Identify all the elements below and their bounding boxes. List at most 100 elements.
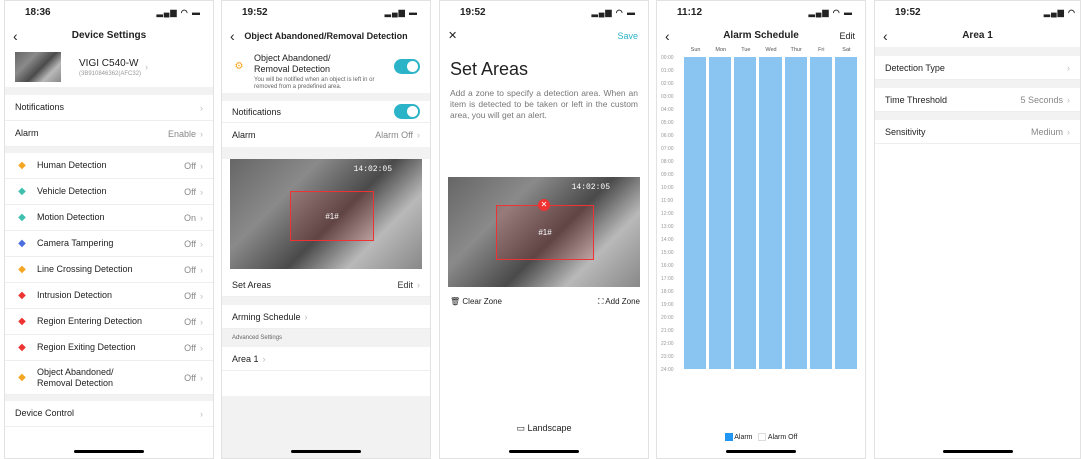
- row-value: Enable: [167, 128, 196, 139]
- hour-label: 20:00: [661, 315, 674, 321]
- settings-row[interactable]: ◆ Vehicle Detection Off ›: [5, 179, 213, 205]
- status-time: 19:52: [460, 7, 486, 18]
- schedule-day-column[interactable]: [684, 57, 707, 369]
- close-icon[interactable]: ✕: [448, 25, 457, 47]
- page-title: Object Abandoned/Removal Detection: [244, 31, 408, 41]
- region-exit-icon: ◆: [18, 342, 26, 353]
- area-setting-row[interactable]: Time Threshold 5 Seconds ›: [875, 88, 1080, 112]
- chevron-right-icon: ›: [200, 264, 203, 275]
- camera-preview: 14:02:05 #1#: [230, 159, 422, 269]
- chevron-right-icon: ›: [304, 311, 308, 322]
- home-indicator: [726, 450, 796, 453]
- arming-label: Arming Schedule: [232, 311, 301, 322]
- chevron-right-icon: ›: [200, 316, 203, 327]
- settings-row[interactable]: ◆ Camera Tampering Off ›: [5, 231, 213, 257]
- settings-row[interactable]: Alarm Enable ›: [5, 121, 213, 147]
- settings-row[interactable]: ◆ Motion Detection On ›: [5, 205, 213, 231]
- set-areas-screen: 19:52 ▂▄▆ ◠ ▬ ✕ Save Set Areas Add a zone …: [439, 0, 649, 459]
- back-icon[interactable]: ‹: [230, 25, 235, 47]
- alarm-row[interactable]: Alarm Alarm Off ›: [222, 123, 430, 147]
- home-indicator: [291, 450, 361, 453]
- schedule-day-column[interactable]: [834, 57, 857, 369]
- detection-zone[interactable]: #1#: [496, 205, 594, 260]
- hour-label: 01:00: [661, 68, 674, 74]
- hour-label: 07:00: [661, 146, 674, 152]
- camera-timestamp: 14:02:05: [353, 165, 392, 174]
- status-icons: ▂▄▆ ◠: [1043, 8, 1076, 17]
- day-label: Thur: [790, 47, 802, 53]
- area-setting-row[interactable]: Sensitivity Medium ›: [875, 120, 1080, 144]
- notifications-toggle[interactable]: [394, 104, 420, 119]
- motion-icon: ◆: [18, 212, 26, 223]
- settings-row[interactable]: ◆ Region Entering Detection Off ›: [5, 309, 213, 335]
- device-card[interactable]: VIGI C540-W (3B910846362(AFC32) ›: [5, 47, 213, 87]
- edit-button[interactable]: Edit: [839, 25, 855, 47]
- detection-zone: #1#: [290, 191, 374, 241]
- back-icon[interactable]: ‹: [665, 25, 670, 47]
- edit-link[interactable]: Edit: [397, 280, 413, 290]
- device-id: (3B910846362(AFC32): [79, 70, 142, 77]
- area-setting-row[interactable]: Detection Type ›: [875, 56, 1080, 80]
- feature-description: You will be notified when an object is l…: [254, 77, 375, 90]
- clear-zone-button[interactable]: 🗑 Clear Zone: [450, 297, 502, 306]
- chevron-right-icon: ›: [200, 372, 203, 383]
- row-label: Sensitivity: [885, 126, 926, 137]
- chevron-right-icon: ›: [1067, 62, 1070, 73]
- area-row[interactable]: Area 1 ›: [222, 347, 430, 371]
- back-icon[interactable]: ‹: [883, 25, 888, 47]
- vehicle-icon: ◆: [18, 186, 26, 197]
- chevron-right-icon: ›: [200, 212, 203, 223]
- legend-alarm: Alarm: [734, 433, 753, 441]
- landscape-button[interactable]: ▭ Landscape: [440, 423, 648, 434]
- chevron-right-icon: ›: [1067, 126, 1070, 137]
- save-button[interactable]: Save: [617, 25, 638, 47]
- schedule-grid[interactable]: Sun Mon Tue Wed Thur Fri Sat 00:00 01:00 02:00 03:…: [657, 47, 865, 377]
- day-label: Wed: [765, 47, 777, 53]
- row-value: 5 Seconds: [1020, 94, 1063, 105]
- row-value: Medium: [1030, 126, 1063, 137]
- schedule-day-column[interactable]: [709, 57, 732, 369]
- set-areas-row[interactable]: Set Areas Edit ›: [222, 273, 430, 297]
- row-label: Human Detection: [37, 160, 107, 170]
- row-value: Off: [184, 238, 196, 249]
- schedule-day-column[interactable]: [734, 57, 757, 369]
- hour-label: 10:00: [661, 185, 674, 191]
- notifications-label: Notifications: [232, 106, 282, 117]
- hour-label: 23:00: [661, 354, 674, 360]
- hour-label: 09:00: [661, 172, 674, 178]
- back-icon[interactable]: ‹: [13, 25, 18, 47]
- advanced-header: Advanced Settings: [222, 329, 430, 347]
- row-label: Detection Type: [885, 62, 945, 73]
- chevron-right-icon: ›: [200, 290, 203, 301]
- schedule-day-column[interactable]: [784, 57, 807, 369]
- chevron-right-icon: ›: [200, 342, 203, 353]
- alarm-value: Alarm Off: [375, 130, 413, 140]
- settings-row[interactable]: Notifications ›: [5, 95, 213, 121]
- status-icons: ▂▄▆ ◠ ▬: [808, 8, 853, 17]
- settings-row[interactable]: ◆ Object Abandoned/ Removal Detection Off ›: [5, 361, 213, 395]
- feature-toggle[interactable]: [394, 59, 420, 74]
- add-zone-button[interactable]: ⛶ Add Zone: [598, 297, 640, 307]
- status-icons: ▂▄▆ ◠ ▬: [591, 8, 636, 17]
- area-settings-screen: 19:52 ▂▄▆ ◠ ‹ Area 1 Detection Type › Time T…: [874, 0, 1081, 459]
- settings-row[interactable]: ◆ Intrusion Detection Off ›: [5, 283, 213, 309]
- arming-schedule-row[interactable]: Arming Schedule ›: [222, 305, 430, 329]
- notifications-row[interactable]: Notifications: [222, 101, 430, 123]
- advanced-label: Advanced Settings: [232, 335, 283, 341]
- status-icons: ▂▄▆ ▬: [384, 8, 418, 17]
- settings-row[interactable]: ◆ Human Detection Off ›: [5, 153, 213, 179]
- page-title: Set Areas: [450, 59, 529, 79]
- hour-label: 24:00: [661, 367, 674, 373]
- row-label: Camera Tampering: [37, 238, 114, 248]
- settings-row[interactable]: ◆ Line Crossing Detection Off ›: [5, 257, 213, 283]
- hour-label: 17:00: [661, 276, 674, 282]
- delete-zone-icon[interactable]: ✕: [538, 199, 550, 211]
- hour-label: 05:00: [661, 120, 674, 126]
- schedule-day-column[interactable]: [759, 57, 782, 369]
- row-label: Device Control: [15, 408, 75, 418]
- object-detection-screen: 19:52 ▂▄▆ ▬ ‹ Object Abandoned/Removal Det…: [221, 0, 431, 459]
- zone-label: #1#: [325, 211, 339, 221]
- settings-row[interactable]: Device Control ›: [5, 401, 213, 427]
- schedule-day-column[interactable]: [809, 57, 832, 369]
- settings-row[interactable]: ◆ Region Exiting Detection Off ›: [5, 335, 213, 361]
